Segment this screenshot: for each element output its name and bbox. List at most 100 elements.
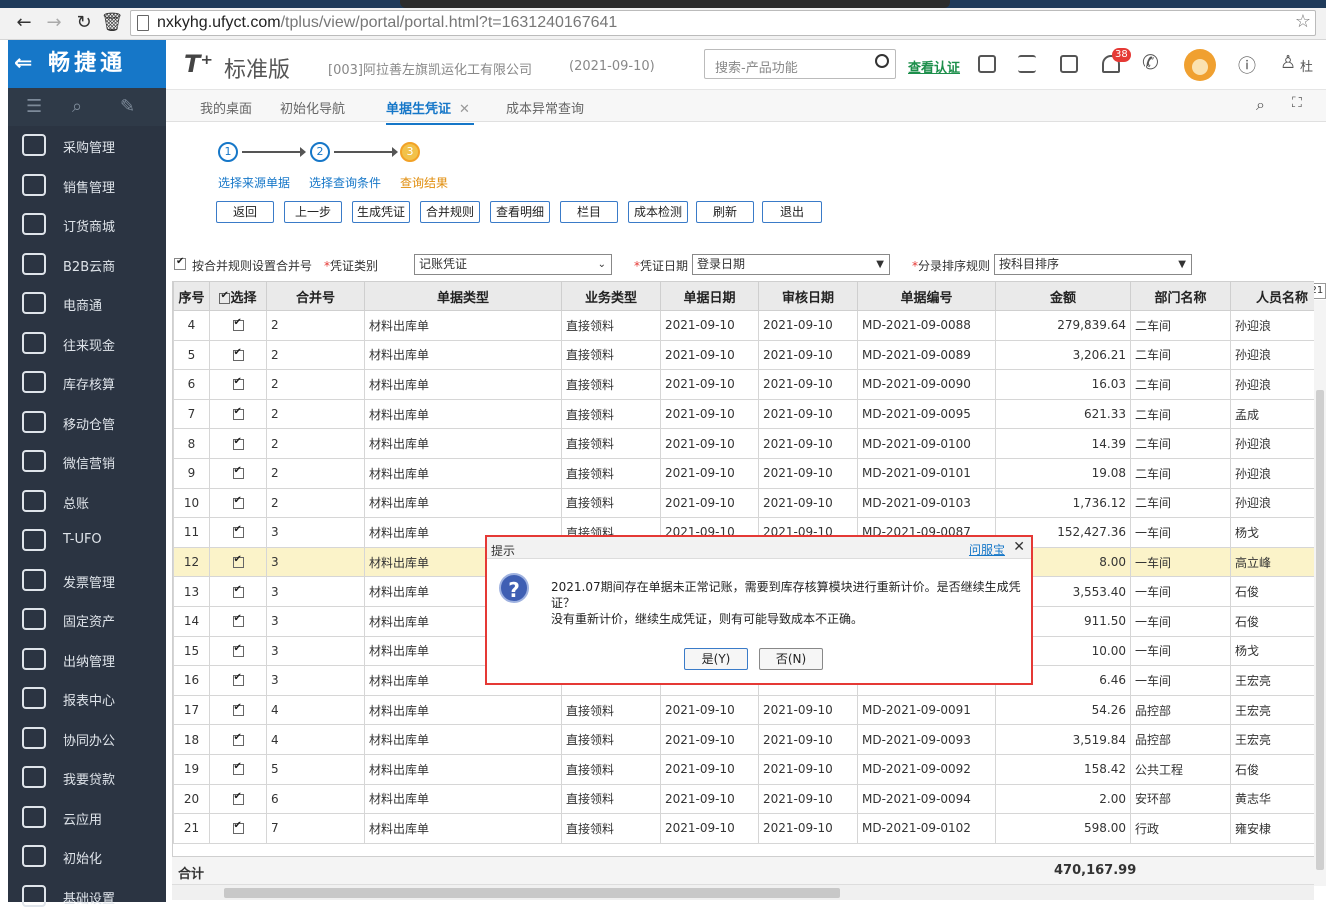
- row-checkbox[interactable]: [233, 320, 244, 331]
- cell-select[interactable]: [210, 754, 267, 784]
- sidebar-item[interactable]: 总账: [8, 482, 166, 522]
- sidebar-item[interactable]: 固定资产: [8, 600, 166, 640]
- search-icon[interactable]: [875, 54, 889, 68]
- col-seq[interactable]: 序号: [174, 282, 210, 311]
- sidebar-item[interactable]: 订货商城: [8, 205, 166, 245]
- row-checkbox[interactable]: [233, 350, 244, 361]
- app-logo[interactable]: ⇐ 畅捷通: [8, 40, 166, 88]
- sidebar-item[interactable]: 协同办公: [8, 719, 166, 759]
- calculator-icon[interactable]: [978, 55, 996, 73]
- cell-select[interactable]: [210, 340, 267, 370]
- sidebar-item[interactable]: 初始化: [8, 837, 166, 877]
- table-row[interactable]: 42材料出库单直接领料2021-09-102021-09-10MD-2021-0…: [174, 311, 1315, 341]
- back-button[interactable]: 返回: [216, 201, 274, 223]
- sidebar-item[interactable]: 基础设置: [8, 877, 166, 916]
- close-icon[interactable]: ✕: [459, 102, 470, 117]
- table-row[interactable]: 92材料出库单直接领料2021-09-102021-09-10MD-2021-0…: [174, 458, 1315, 488]
- row-checkbox[interactable]: [233, 557, 244, 568]
- exit-button[interactable]: 退出: [762, 201, 822, 223]
- row-checkbox[interactable]: [233, 468, 244, 479]
- view-detail-button[interactable]: 查看明细: [490, 201, 550, 223]
- cell-select[interactable]: [210, 399, 267, 429]
- sidebar-item[interactable]: 采购管理: [8, 126, 166, 166]
- sidebar-item[interactable]: 发票管理: [8, 561, 166, 601]
- col-doc-type[interactable]: 单据类型: [365, 282, 562, 311]
- cell-select[interactable]: [210, 784, 267, 814]
- sidebar-item[interactable]: 往来现金: [8, 324, 166, 364]
- col-audit-date[interactable]: 审核日期: [759, 282, 858, 311]
- col-person[interactable]: 人员名称: [1231, 282, 1315, 311]
- col-doc-no[interactable]: 单据编号: [858, 282, 996, 311]
- col-doc-date[interactable]: 单据日期: [661, 282, 759, 311]
- cell-select[interactable]: [210, 488, 267, 518]
- generate-voucher-button[interactable]: 生成凭证: [352, 201, 410, 223]
- message-icon[interactable]: [1060, 55, 1078, 73]
- col-amount[interactable]: 金额: [996, 282, 1131, 311]
- row-checkbox[interactable]: [233, 735, 244, 746]
- scroll-thumb[interactable]: [1316, 390, 1324, 870]
- task-list-icon[interactable]: [1018, 55, 1036, 73]
- forward-icon[interactable]: →: [42, 11, 66, 35]
- table-row[interactable]: 62材料出库单直接领料2021-09-102021-09-10MD-2021-0…: [174, 370, 1315, 400]
- cell-select[interactable]: [210, 518, 267, 548]
- table-row[interactable]: 82材料出库单直接领料2021-09-102021-09-10MD-2021-0…: [174, 429, 1315, 459]
- row-checkbox[interactable]: [233, 439, 244, 450]
- close-icon[interactable]: ✕: [1013, 539, 1025, 555]
- cell-select[interactable]: [210, 636, 267, 666]
- col-select[interactable]: 选择: [210, 282, 267, 311]
- sidebar-item[interactable]: 微信营销: [8, 442, 166, 482]
- url-field[interactable]: nxkyhg.ufyct.com/tplus/view/portal/porta…: [130, 10, 1316, 36]
- tab-cost-exception[interactable]: 成本异常查询: [506, 98, 584, 117]
- row-checkbox[interactable]: [233, 527, 244, 538]
- row-checkbox[interactable]: [233, 794, 244, 805]
- phone-icon[interactable]: ✆: [1142, 50, 1159, 74]
- cell-select[interactable]: [210, 606, 267, 636]
- row-checkbox[interactable]: [233, 646, 244, 657]
- back-icon[interactable]: ←: [12, 11, 36, 35]
- edit-icon[interactable]: ✎: [120, 96, 135, 117]
- scroll-thumb[interactable]: [224, 888, 840, 898]
- sidebar-item[interactable]: 库存核算: [8, 363, 166, 403]
- table-row[interactable]: 52材料出库单直接领料2021-09-102021-09-10MD-2021-0…: [174, 340, 1315, 370]
- merge-rule-checkbox[interactable]: [174, 258, 186, 270]
- row-checkbox[interactable]: [233, 764, 244, 775]
- sidebar-item[interactable]: 报表中心: [8, 679, 166, 719]
- search-icon[interactable]: ⌕: [1256, 95, 1265, 115]
- cell-select[interactable]: [210, 311, 267, 341]
- cell-select[interactable]: [210, 577, 267, 607]
- cell-select[interactable]: [210, 458, 267, 488]
- row-checkbox[interactable]: [233, 587, 244, 598]
- col-biz-type[interactable]: 业务类型: [562, 282, 661, 311]
- no-button[interactable]: 否(N): [759, 648, 823, 670]
- col-merge-no[interactable]: 合并号: [267, 282, 365, 311]
- help-link[interactable]: 问服宝: [969, 541, 1005, 558]
- sort-rule-select[interactable]: 按科目排序▼: [994, 254, 1192, 275]
- row-checkbox[interactable]: [233, 409, 244, 420]
- table-row[interactable]: 72材料出库单直接领料2021-09-102021-09-10MD-2021-0…: [174, 399, 1315, 429]
- horizontal-scrollbar[interactable]: [172, 884, 1314, 900]
- sidebar-item[interactable]: 出纳管理: [8, 640, 166, 680]
- search-icon[interactable]: ⌕: [72, 96, 82, 117]
- table-row[interactable]: 184材料出库单直接领料2021-09-102021-09-10MD-2021-…: [174, 725, 1315, 755]
- sidebar-item[interactable]: 电商通: [8, 284, 166, 324]
- table-row[interactable]: 206材料出库单直接领料2021-09-102021-09-10MD-2021-…: [174, 784, 1315, 814]
- table-row[interactable]: 217材料出库单直接领料2021-09-102021-09-10MD-2021-…: [174, 814, 1315, 844]
- sidebar-item[interactable]: 销售管理: [8, 166, 166, 206]
- reload-icon[interactable]: ↻: [72, 11, 96, 35]
- tab-voucher-gen[interactable]: 单据生凭证✕: [386, 98, 474, 125]
- row-checkbox[interactable]: [233, 823, 244, 834]
- row-checkbox[interactable]: [233, 705, 244, 716]
- row-checkbox[interactable]: [233, 616, 244, 627]
- step-1-label[interactable]: 选择来源单据: [218, 174, 290, 191]
- cell-select[interactable]: [210, 725, 267, 755]
- cell-select[interactable]: [210, 695, 267, 725]
- previous-step-button[interactable]: 上一步: [284, 201, 342, 223]
- table-row[interactable]: 174材料出库单直接领料2021-09-102021-09-10MD-2021-…: [174, 695, 1315, 725]
- row-checkbox[interactable]: [233, 379, 244, 390]
- step-2-label[interactable]: 选择查询条件: [309, 174, 381, 191]
- select-all-checkbox[interactable]: [219, 293, 230, 304]
- sidebar-item[interactable]: 云应用: [8, 798, 166, 838]
- fullscreen-icon[interactable]: ⛶: [1292, 95, 1302, 111]
- row-checkbox[interactable]: [233, 675, 244, 686]
- sidebar-item[interactable]: 我要贷款: [8, 758, 166, 798]
